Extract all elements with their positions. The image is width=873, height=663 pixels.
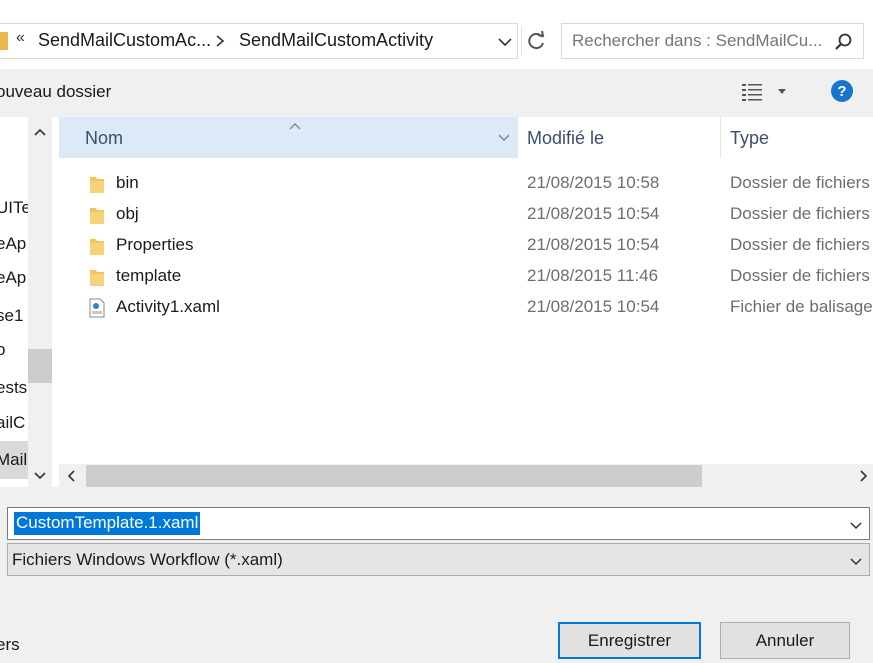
folder-icon — [89, 236, 105, 256]
file-name: Activity1.xaml — [116, 297, 220, 316]
view-options-button[interactable] — [740, 80, 790, 104]
chevron-down-icon[interactable] — [28, 464, 52, 488]
nav-item[interactable]: o — [0, 340, 28, 360]
file-type: Dossier de fichiers — [730, 235, 870, 254]
search-box[interactable] — [561, 23, 864, 59]
nav-item-selected[interactable]: Mail — [0, 450, 28, 470]
file-name-value[interactable]: CustomTemplate.1.xaml — [14, 512, 201, 535]
folder-icon — [0, 32, 8, 50]
cancel-button[interactable]: Annuler — [720, 622, 850, 659]
breadcrumb-item[interactable]: SendMailCustomAc... — [38, 30, 211, 51]
new-folder-button[interactable]: ouveau dossier — [0, 82, 111, 102]
file-modified: 21/08/2015 10:54 — [527, 297, 660, 316]
file-name: template — [116, 266, 182, 285]
nav-item[interactable]: ailC — [0, 413, 28, 433]
file-name-field[interactable]: CustomTemplate.1.xaml — [7, 507, 870, 540]
file-row[interactable]: Activity1.xaml 21/08/2015 10:54 Fichier … — [59, 293, 873, 324]
column-divider[interactable] — [517, 117, 518, 158]
column-header-name-label: Nom — [85, 128, 124, 148]
nav-item[interactable]: se1 — [0, 306, 28, 326]
file-row[interactable]: obj 21/08/2015 10:54 Dossier de fichiers — [59, 200, 873, 231]
file-row[interactable]: template 21/08/2015 11:46 Dossier de fic… — [59, 262, 873, 293]
chevron-down-icon[interactable] — [849, 517, 863, 530]
refresh-icon[interactable] — [521, 27, 549, 55]
file-modified: 21/08/2015 10:54 — [527, 204, 660, 223]
svg-text:?: ? — [837, 83, 846, 100]
search-input[interactable] — [572, 31, 827, 51]
nav-item[interactable]: UITe — [0, 198, 28, 218]
file-type: Dossier de fichiers — [730, 173, 870, 192]
chevron-left-icon[interactable] — [62, 465, 82, 487]
file-type: Dossier de fichiers — [730, 266, 870, 285]
file-modified: 21/08/2015 10:58 — [527, 173, 660, 192]
chevron-down-icon[interactable] — [496, 130, 512, 144]
xaml-file-icon — [89, 298, 105, 318]
file-type: Fichier de balisage — [730, 297, 873, 316]
horizontal-scrollbar-thumb[interactable] — [86, 465, 702, 487]
chevron-down-icon[interactable] — [849, 553, 863, 566]
nav-item[interactable]: eAp — [0, 234, 28, 254]
file-name: bin — [116, 173, 139, 192]
nav-scrollbar-thumb[interactable] — [28, 349, 52, 383]
folder-icon — [89, 205, 105, 225]
file-name: Properties — [116, 235, 194, 254]
chevron-down-icon[interactable] — [492, 30, 518, 54]
save-button[interactable]: Enregistrer — [558, 622, 701, 659]
file-type-value: Fichiers Windows Workflow (*.xaml) — [12, 550, 283, 569]
help-icon[interactable]: ? — [830, 79, 854, 103]
column-divider[interactable] — [720, 117, 721, 158]
sort-ascending-icon — [287, 116, 303, 130]
file-modified: 21/08/2015 10:54 — [527, 235, 660, 254]
column-header-modified[interactable]: Modifié le — [527, 128, 604, 149]
chevron-right-icon[interactable] — [212, 30, 228, 52]
breadcrumb-item[interactable]: SendMailCustomActivity — [239, 30, 433, 51]
nav-item[interactable]: ests — [0, 378, 28, 398]
file-type-select[interactable]: Fichiers Windows Workflow (*.xaml) — [7, 543, 870, 576]
nav-item[interactable]: eAp — [0, 268, 28, 288]
column-header-type[interactable]: Type — [730, 128, 769, 149]
breadcrumb-overflow[interactable]: « — [16, 29, 25, 47]
file-modified: 21/08/2015 11:46 — [527, 266, 659, 285]
file-name: obj — [116, 204, 139, 223]
hide-folders-toggle[interactable]: ers — [0, 635, 20, 655]
folder-icon — [89, 267, 105, 287]
file-row[interactable]: Properties 21/08/2015 10:54 Dossier de f… — [59, 231, 873, 262]
file-row[interactable]: bin 21/08/2015 10:58 Dossier de fichiers — [59, 169, 873, 200]
nav-scrollbar[interactable] — [28, 117, 52, 487]
file-type: Dossier de fichiers — [730, 204, 870, 223]
chevron-up-icon[interactable] — [28, 120, 52, 144]
chevron-right-icon[interactable] — [853, 465, 873, 487]
folder-icon — [89, 174, 105, 194]
search-icon[interactable] — [834, 32, 854, 52]
